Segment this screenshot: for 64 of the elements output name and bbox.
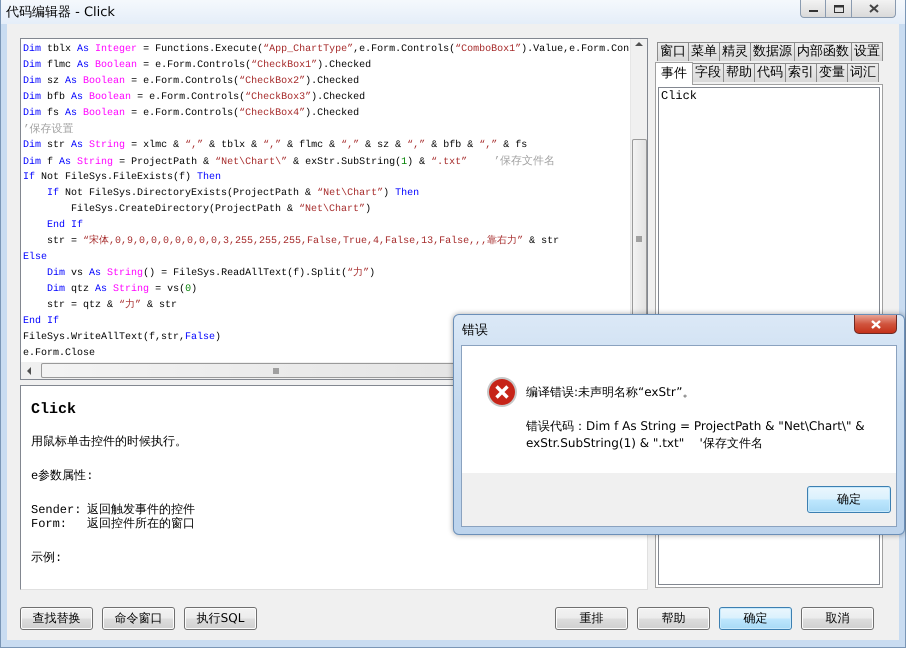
tab[interactable]: 变量 [816,63,848,82]
code-line: Dim qtz As String = vs(0) [46,282,198,297]
code-line: Dim fs As Boolean = e.Form.Controls(“CheckBox4”).Checked [23,106,360,121]
param-description: 返回控件所在的窗口 [87,517,195,531]
tab[interactable]: 代码 [754,63,786,82]
maximize-icon [834,4,844,12]
grip-icon [633,235,645,243]
code-line: If Not FileSys.DirectoryExists(ProjectPath & “Net\Chart”) Then [46,186,420,201]
code-line: str = “宋体,0,9,0,0,0,0,0,0,0,3,255,255,255,False,True,4,False,13,False,,,靠右力” & str [46,234,560,249]
code-line: Else [23,250,48,265]
code-line: End If [46,218,84,233]
code-line: FileSys.WriteAllText(f,str,False) [23,330,222,345]
ok-button[interactable]: 确定 [807,486,891,513]
dialog-button[interactable]: 确定 [719,607,792,630]
close-icon [870,318,882,330]
toolbar-button[interactable]: 查找替换 [20,607,93,630]
maximize-button[interactable] [826,0,852,18]
list-item[interactable]: Click [661,89,877,103]
code-editor[interactable] [20,38,648,380]
code-line: If Not FileSys.FileExists(f) Then [23,170,222,185]
toolbar-button[interactable]: 执行SQL [184,607,257,630]
tab[interactable]: 索引 [785,63,817,82]
dialog-button[interactable]: 重排 [555,607,628,630]
window-title: 代码编辑器 - Click [6,4,115,21]
tab[interactable]: 数据源 [750,42,795,61]
tab[interactable]: 帮助 [723,63,755,82]
close-icon [868,4,878,13]
close-button[interactable] [852,0,896,18]
code-line: Dim vs As String() = FileSys.ReadAllText(f).Split(“力”) [46,266,376,281]
param-description: 返回触发事件的控件 [87,503,195,517]
error-detail: 错误代码：Dim f As String = ProjectPath & "Net\Chart\" & exStr.SubString(1) & ".txt" '保存文件名 [526,418,866,452]
dialog-button[interactable]: 帮助 [637,607,710,630]
tab[interactable]: 事件 [655,62,693,85]
param-name: Sender: [31,503,82,517]
tab[interactable]: 窗口 [657,42,689,61]
code-line: Dim bfb As Boolean = e.Form.Controls(“CheckBox3”).Checked [23,90,366,105]
code-line: Dim f As String = ProjectPath & “Net\Chart\” & exStr.SubString(1) & “.txt” ’保存文件名 [23,154,556,170]
help-title: Click [31,401,78,418]
error-icon [487,377,517,407]
code-line: str = qtz & “力” & str [46,298,178,313]
section-heading: 示例: [31,551,62,565]
error-message: 编译错误:未声明名称“exStr”。 [526,384,696,401]
code-line: Dim sz As Boolean = e.Form.Controls(“CheckBox2”).Checked [23,74,360,89]
code-line: Dim str As String = xlmc & “,” & tblx & “,” & flmc & “,” & sz & “,” & bfb & “,” & fs [23,138,528,153]
tab[interactable]: 字段 [692,63,724,82]
code-line: ’保存设置 [23,122,74,138]
code-line: e.Form.Close [23,346,96,361]
code-line: End If [23,314,60,329]
tab[interactable]: 词汇 [847,63,879,82]
code-line: Dim tblx As Integer = Functions.Execute(“App_ChartType”,e.Form.Controls(“ComboBox1”).Value,e.Form.Con [23,42,630,57]
tab[interactable]: 精灵 [719,42,751,61]
toolbar-button[interactable]: 命令窗口 [102,607,175,630]
help-description: 用鼠标单击控件的时候执行。 [31,435,187,449]
code-line: Dim flmc As Boolean = e.Form.Controls(“CheckBox1”).Checked [23,58,372,73]
tab[interactable]: 内部函数 [794,42,852,61]
minimize-button[interactable] [800,0,826,18]
dialog-button[interactable]: 取消 [801,607,874,630]
param-name: Form: [31,517,68,531]
tab[interactable]: 菜单 [688,42,720,61]
code-line: FileSys.CreateDirectory(ProjectPath & “Net\Chart”) [70,202,372,217]
section-heading: e参数属性: [31,469,94,483]
dialog-title: 错误 [462,322,488,339]
close-button[interactable] [854,315,897,334]
tab[interactable]: 设置 [851,42,883,61]
